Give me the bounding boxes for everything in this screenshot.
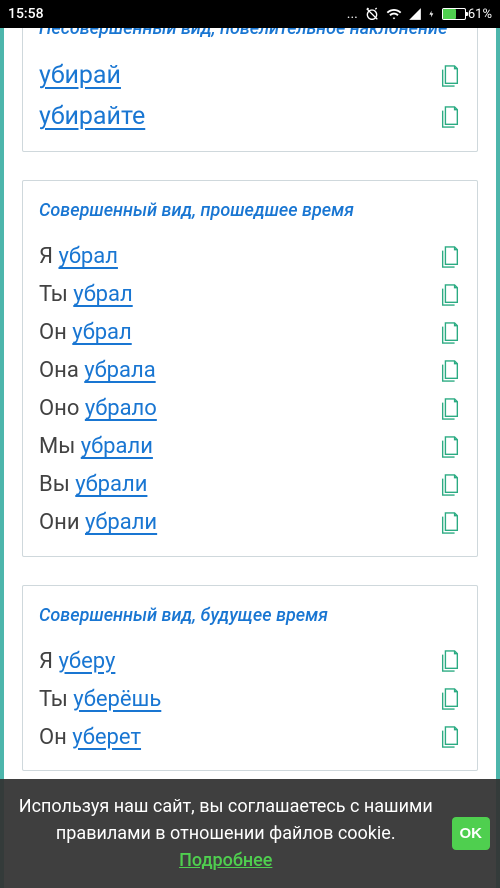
perfective-future-card: Совершенный вид, будущее время Я уберу Т… [22,585,478,771]
copy-icon[interactable] [439,396,461,422]
conjugation-link[interactable]: убрали [81,434,153,459]
pronoun: Я [39,244,53,269]
conjugation-link[interactable]: убрал [72,320,131,345]
cookie-banner: Используя наш сайт, вы соглашаетесь с на… [0,779,500,888]
status-time: 15:58 [8,6,44,22]
cookie-ok-button[interactable]: OK [452,817,491,850]
list-item: убирайте [39,96,461,137]
cookie-more-link[interactable]: Подробнее [179,850,272,871]
alarm-off-icon [364,6,380,22]
card-title: Совершенный вид, будущее время [39,600,461,632]
pronoun: Он [39,320,67,345]
conjugation-link[interactable]: уберёшь [73,687,161,712]
copy-icon[interactable] [439,724,461,750]
battery-indicator: 61% [442,7,492,22]
conjugation-link[interactable]: убрал [73,282,132,307]
list-item: убирай [39,55,461,96]
page-content: Несовершенный вид, повелительное наклоне… [0,28,500,888]
conjugation-link[interactable]: убрало [85,396,157,421]
copy-icon[interactable] [439,320,461,346]
list-item: Он уберет [39,718,461,756]
card-title: Несовершенный вид, повелительное наклоне… [39,28,461,45]
list-item: Он убрал [39,314,461,352]
pronoun: Она [39,358,79,383]
status-bar: 15:58 ... 61% [0,0,500,28]
copy-icon[interactable] [439,244,461,270]
pronoun: Мы [39,434,75,459]
list-item: Мы убрали [39,428,461,466]
copy-icon[interactable] [439,686,461,712]
pronoun: Они [39,510,80,535]
copy-icon[interactable] [439,472,461,498]
conjugation-link[interactable]: убрали [75,472,147,497]
status-icons: ... 61% [347,6,492,22]
conjugation-link[interactable]: уберу [58,649,115,674]
copy-icon[interactable] [439,648,461,674]
card-title: Совершенный вид, прошедшее время [39,195,461,227]
pronoun: Вы [39,472,70,497]
imperfective-imperative-card: Несовершенный вид, повелительное наклоне… [22,28,478,152]
list-item: Я убрал [39,238,461,276]
copy-icon[interactable] [439,63,461,89]
list-item: Она убрала [39,352,461,390]
list-item: Вы убрали [39,466,461,504]
conjugation-link[interactable]: уберет [72,725,141,750]
conjugation-link[interactable]: убирайте [39,102,145,131]
cookie-message: Используя наш сайт, вы соглашаетесь с на… [19,796,433,844]
pronoun: Он [39,725,67,750]
pronoun: Ты [39,282,68,307]
wifi-icon [386,6,402,22]
pronoun: Оно [39,396,79,421]
perfective-past-card: Совершенный вид, прошедшее время Я убрал… [22,180,478,556]
copy-icon[interactable] [439,104,461,130]
list-item: Я уберу [39,642,461,680]
conjugation-link[interactable]: убрал [58,244,117,269]
status-dots: ... [347,6,358,22]
copy-icon[interactable] [439,282,461,308]
signal-icon [408,7,422,21]
list-item: Ты убрал [39,276,461,314]
list-item: Ты уберёшь [39,680,461,718]
pronoun: Ты [39,687,68,712]
copy-icon[interactable] [439,358,461,384]
cookie-text: Используя наш сайт, вы соглашаетесь с на… [10,793,442,874]
pronoun: Я [39,649,53,674]
list-item: Оно убрало [39,390,461,428]
list-item: Они убрали [39,504,461,542]
copy-icon[interactable] [439,434,461,460]
conjugation-link[interactable]: убрала [84,358,155,383]
battery-percent: 61% [468,7,492,22]
copy-icon[interactable] [439,510,461,536]
conjugation-link[interactable]: убрали [85,510,157,535]
conjugation-link[interactable]: убирай [39,61,121,90]
charging-icon [428,7,436,21]
